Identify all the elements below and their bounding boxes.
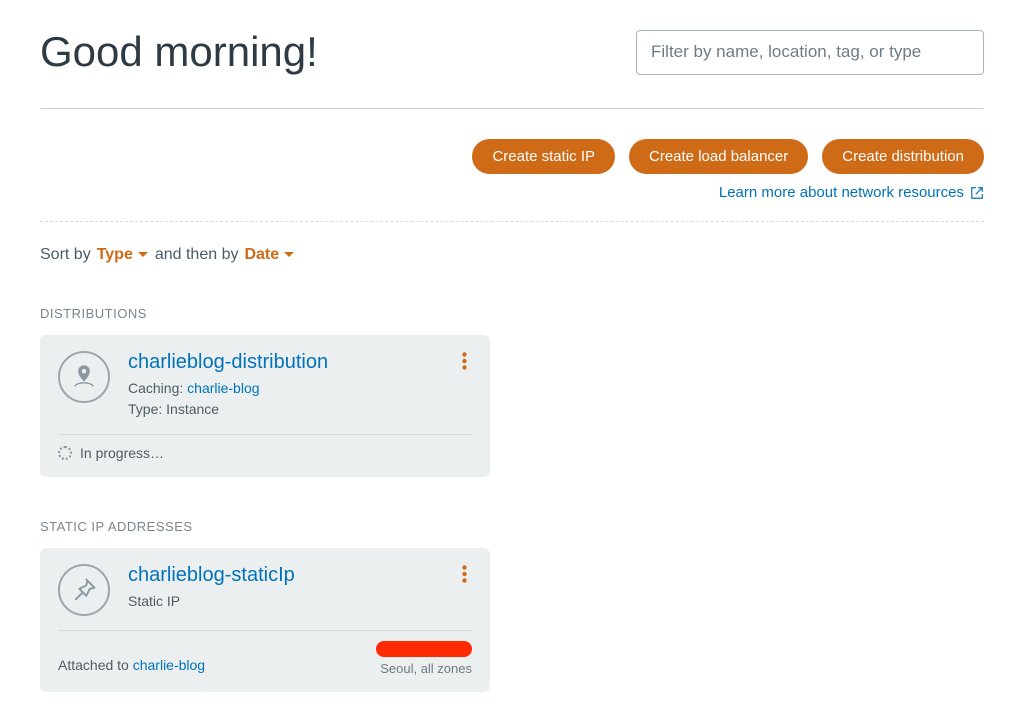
caching-target-link[interactable]: charlie-blog — [187, 380, 259, 396]
type-label: Type: — [128, 401, 162, 417]
sort-secondary-dropdown[interactable]: Date — [244, 246, 295, 264]
distributions-heading: DISTRIBUTIONS — [40, 306, 984, 321]
distribution-status: In progress… — [58, 445, 472, 461]
create-distribution-button[interactable]: Create distribution — [822, 139, 984, 174]
static-ip-title-link[interactable]: charlieblog-staticIp — [128, 564, 295, 587]
static-ip-card[interactable]: charlieblog-staticIp Static IP Attached … — [40, 548, 490, 692]
filter-input[interactable] — [636, 30, 984, 75]
attached-row: Attached to charlie-blog — [58, 655, 205, 676]
distributions-section: DISTRIBUTIONS charlieblog-distribution C… — [40, 306, 984, 477]
spinner-icon — [58, 446, 72, 460]
type-value: Instance — [166, 401, 219, 417]
static-ip-subtitle: Static IP — [128, 591, 295, 612]
sort-row: Sort by Type and then by Date — [40, 246, 984, 264]
create-buttons-row: Create static IP Create load balancer Cr… — [472, 139, 984, 174]
network-actions-bar: Create static IP Create load balancer Cr… — [40, 139, 984, 222]
kebab-icon — [462, 565, 467, 583]
sort-by-label: Sort by — [40, 246, 91, 264]
card-menu-button[interactable] — [452, 562, 476, 586]
static-ip-section: STATIC IP ADDRESSES charlieblog-staticIp… — [40, 519, 984, 692]
chevron-down-icon — [137, 249, 149, 261]
distribution-card[interactable]: charlieblog-distribution Caching: charli… — [40, 335, 490, 477]
redacted-ip — [376, 641, 472, 657]
sort-secondary-value: Date — [244, 246, 279, 264]
caching-label: Caching: — [128, 380, 183, 396]
static-ip-heading: STATIC IP ADDRESSES — [40, 519, 984, 534]
create-static-ip-button[interactable]: Create static IP — [472, 139, 615, 174]
external-link-icon — [970, 186, 984, 200]
region-text: Seoul, all zones — [376, 661, 472, 676]
status-text: In progress… — [80, 445, 164, 461]
greeting-heading: Good morning! — [40, 28, 318, 76]
attached-target-link[interactable]: charlie-blog — [133, 657, 205, 673]
card-menu-button[interactable] — [452, 349, 476, 373]
and-then-by-label: and then by — [155, 246, 239, 264]
kebab-icon — [462, 352, 467, 370]
sort-primary-dropdown[interactable]: Type — [97, 246, 149, 264]
distribution-title-link[interactable]: charlieblog-distribution — [128, 351, 328, 374]
learn-more-label: Learn more about network resources — [719, 184, 964, 201]
sort-primary-value: Type — [97, 246, 133, 264]
learn-more-link[interactable]: Learn more about network resources — [719, 184, 984, 201]
distribution-meta: Caching: charlie-blog Type: Instance — [128, 378, 328, 420]
distribution-icon — [58, 351, 110, 403]
page-header: Good morning! — [40, 28, 984, 109]
create-load-balancer-button[interactable]: Create load balancer — [629, 139, 808, 174]
chevron-down-icon — [283, 249, 295, 261]
attached-label: Attached to — [58, 657, 129, 673]
pin-icon — [58, 564, 110, 616]
